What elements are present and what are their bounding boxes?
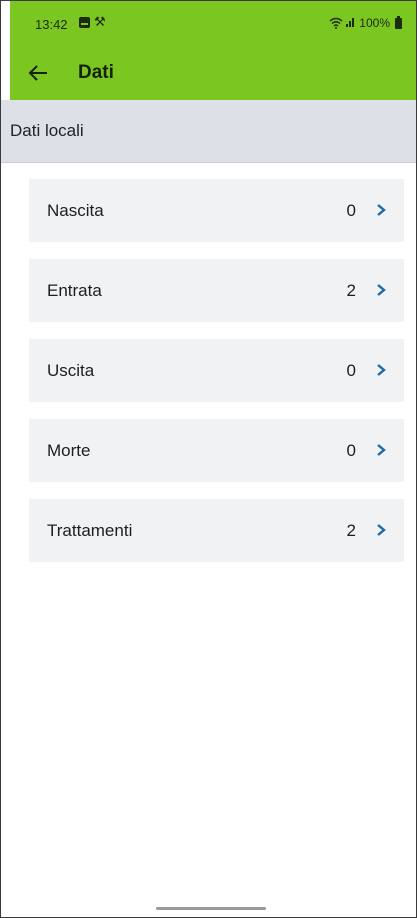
app-bar: Dati: [10, 47, 416, 100]
app-frame: 13:42 ⚒ 100% Dati Dati locali Nascita 0 …: [0, 0, 417, 918]
battery-percent: 100%: [359, 16, 390, 30]
status-right-group: 100%: [329, 15, 402, 30]
list-item-morte[interactable]: Morte 0: [29, 419, 404, 482]
wrench-icon: ⚒: [94, 14, 106, 29]
chevron-right-icon: [377, 444, 386, 456]
home-indicator[interactable]: [156, 907, 266, 910]
section-title: Dati locali: [10, 121, 84, 140]
list-item-label: Nascita: [47, 201, 104, 220]
list-item-nascita[interactable]: Nascita 0: [29, 179, 404, 242]
list-item-count: 2: [346, 281, 356, 300]
signal-icon: [346, 16, 356, 30]
page-title: Dati: [78, 62, 114, 83]
list-item-uscita[interactable]: Uscita 0: [29, 339, 404, 402]
battery-icon: [395, 15, 402, 29]
back-arrow-icon: [28, 65, 47, 81]
status-time: 13:42: [35, 17, 68, 32]
list-item-trattamenti[interactable]: Trattamenti 2: [29, 499, 404, 562]
list-item-label: Trattamenti: [47, 521, 133, 540]
notification-image-icon: [79, 17, 90, 28]
list-item-count: 0: [346, 441, 356, 460]
wifi-icon: [329, 17, 343, 29]
list-item-label: Entrata: [47, 281, 102, 300]
section-header: Dati locali: [1, 100, 416, 163]
chevron-right-icon: [377, 204, 386, 216]
chevron-right-icon: [377, 524, 386, 536]
list-item-count: 0: [346, 201, 356, 220]
list-item-entrata[interactable]: Entrata 2: [29, 259, 404, 322]
top-app-bar: 13:42 ⚒ 100% Dati: [10, 1, 416, 100]
list-item-count: 0: [346, 361, 356, 380]
data-list: Nascita 0 Entrata 2 Uscita 0 Morte 0 Tra…: [29, 179, 404, 579]
list-item-count: 2: [346, 521, 356, 540]
status-bar: 13:42 ⚒ 100%: [10, 1, 416, 47]
chevron-right-icon: [377, 364, 386, 376]
back-button[interactable]: [24, 59, 52, 87]
chevron-right-icon: [377, 284, 386, 296]
list-item-label: Morte: [47, 441, 91, 460]
list-item-label: Uscita: [47, 361, 95, 380]
